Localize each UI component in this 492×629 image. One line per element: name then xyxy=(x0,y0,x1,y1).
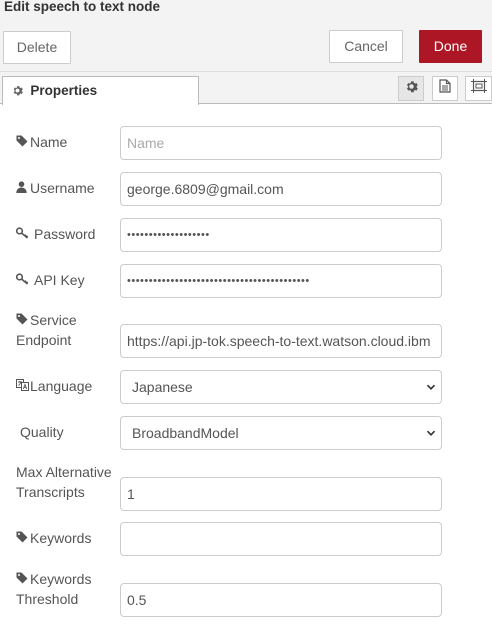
endpoint-label: Service xyxy=(16,310,77,331)
chevron-down-icon xyxy=(426,430,436,436)
username-input[interactable]: george.6809@gmail.com xyxy=(120,172,442,206)
edit-node-dialog: Edit speech to text node Delete Cancel D… xyxy=(0,0,492,629)
max-alt-label: Max Alternative xyxy=(16,464,112,480)
password-input[interactable]: ••••••••••••••••••• xyxy=(120,218,442,252)
quality-label: Quality xyxy=(20,424,64,440)
max-alt-label-line2: Transcripts xyxy=(16,484,85,500)
tab-appearance-button[interactable] xyxy=(465,76,492,101)
dialog-title: Edit speech to text node xyxy=(4,0,161,14)
language-icon xyxy=(16,377,30,397)
button-row: Delete Cancel Done xyxy=(0,22,492,72)
tab-row: Properties xyxy=(0,72,492,105)
cancel-button[interactable]: Cancel xyxy=(329,30,403,63)
chevron-down-icon xyxy=(426,384,436,390)
tag-icon xyxy=(16,133,30,153)
frame-icon xyxy=(470,79,487,98)
key-icon xyxy=(15,225,30,245)
tab-properties[interactable]: Properties xyxy=(2,76,199,105)
tab-gear-button[interactable] xyxy=(398,76,424,101)
tab-description-button[interactable] xyxy=(432,76,458,101)
name-label: Name xyxy=(16,132,67,153)
endpoint-label-line2: Endpoint xyxy=(16,332,72,348)
password-label: Password xyxy=(15,224,95,245)
tag-icon xyxy=(16,311,30,331)
username-label: Username xyxy=(16,178,95,199)
tag-icon xyxy=(16,529,30,549)
dialog-titlebar: Edit speech to text node xyxy=(0,0,492,22)
tag-icon xyxy=(16,570,30,590)
gear-icon xyxy=(405,80,418,98)
apikey-label: API Key xyxy=(15,270,85,291)
document-icon xyxy=(439,79,451,98)
max-alt-input[interactable]: 1 xyxy=(120,477,442,511)
name-input[interactable] xyxy=(120,126,442,160)
delete-button[interactable]: Delete xyxy=(3,31,71,64)
done-button[interactable]: Done xyxy=(419,30,482,63)
apikey-input[interactable]: ••••••••••••••••••••••••••••••••••••••••… xyxy=(120,264,442,298)
keywords-label: Keywords xyxy=(16,528,91,549)
language-select[interactable]: Japanese xyxy=(120,370,442,404)
keywords-threshold-label: Keywords xyxy=(16,569,91,590)
user-icon xyxy=(16,179,30,199)
endpoint-input[interactable]: https://api.jp-tok.speech-to-text.watson… xyxy=(120,324,442,358)
key-icon xyxy=(15,271,30,291)
tab-properties-label: Properties xyxy=(30,83,98,98)
keywords-threshold-label-line2: Threshold xyxy=(16,591,79,607)
keywords-input[interactable] xyxy=(120,522,442,556)
quality-select[interactable]: BroadbandModel xyxy=(120,416,442,450)
language-label: Language xyxy=(16,376,92,397)
gear-icon xyxy=(12,84,26,98)
keywords-threshold-input[interactable]: 0.5 xyxy=(120,583,442,617)
